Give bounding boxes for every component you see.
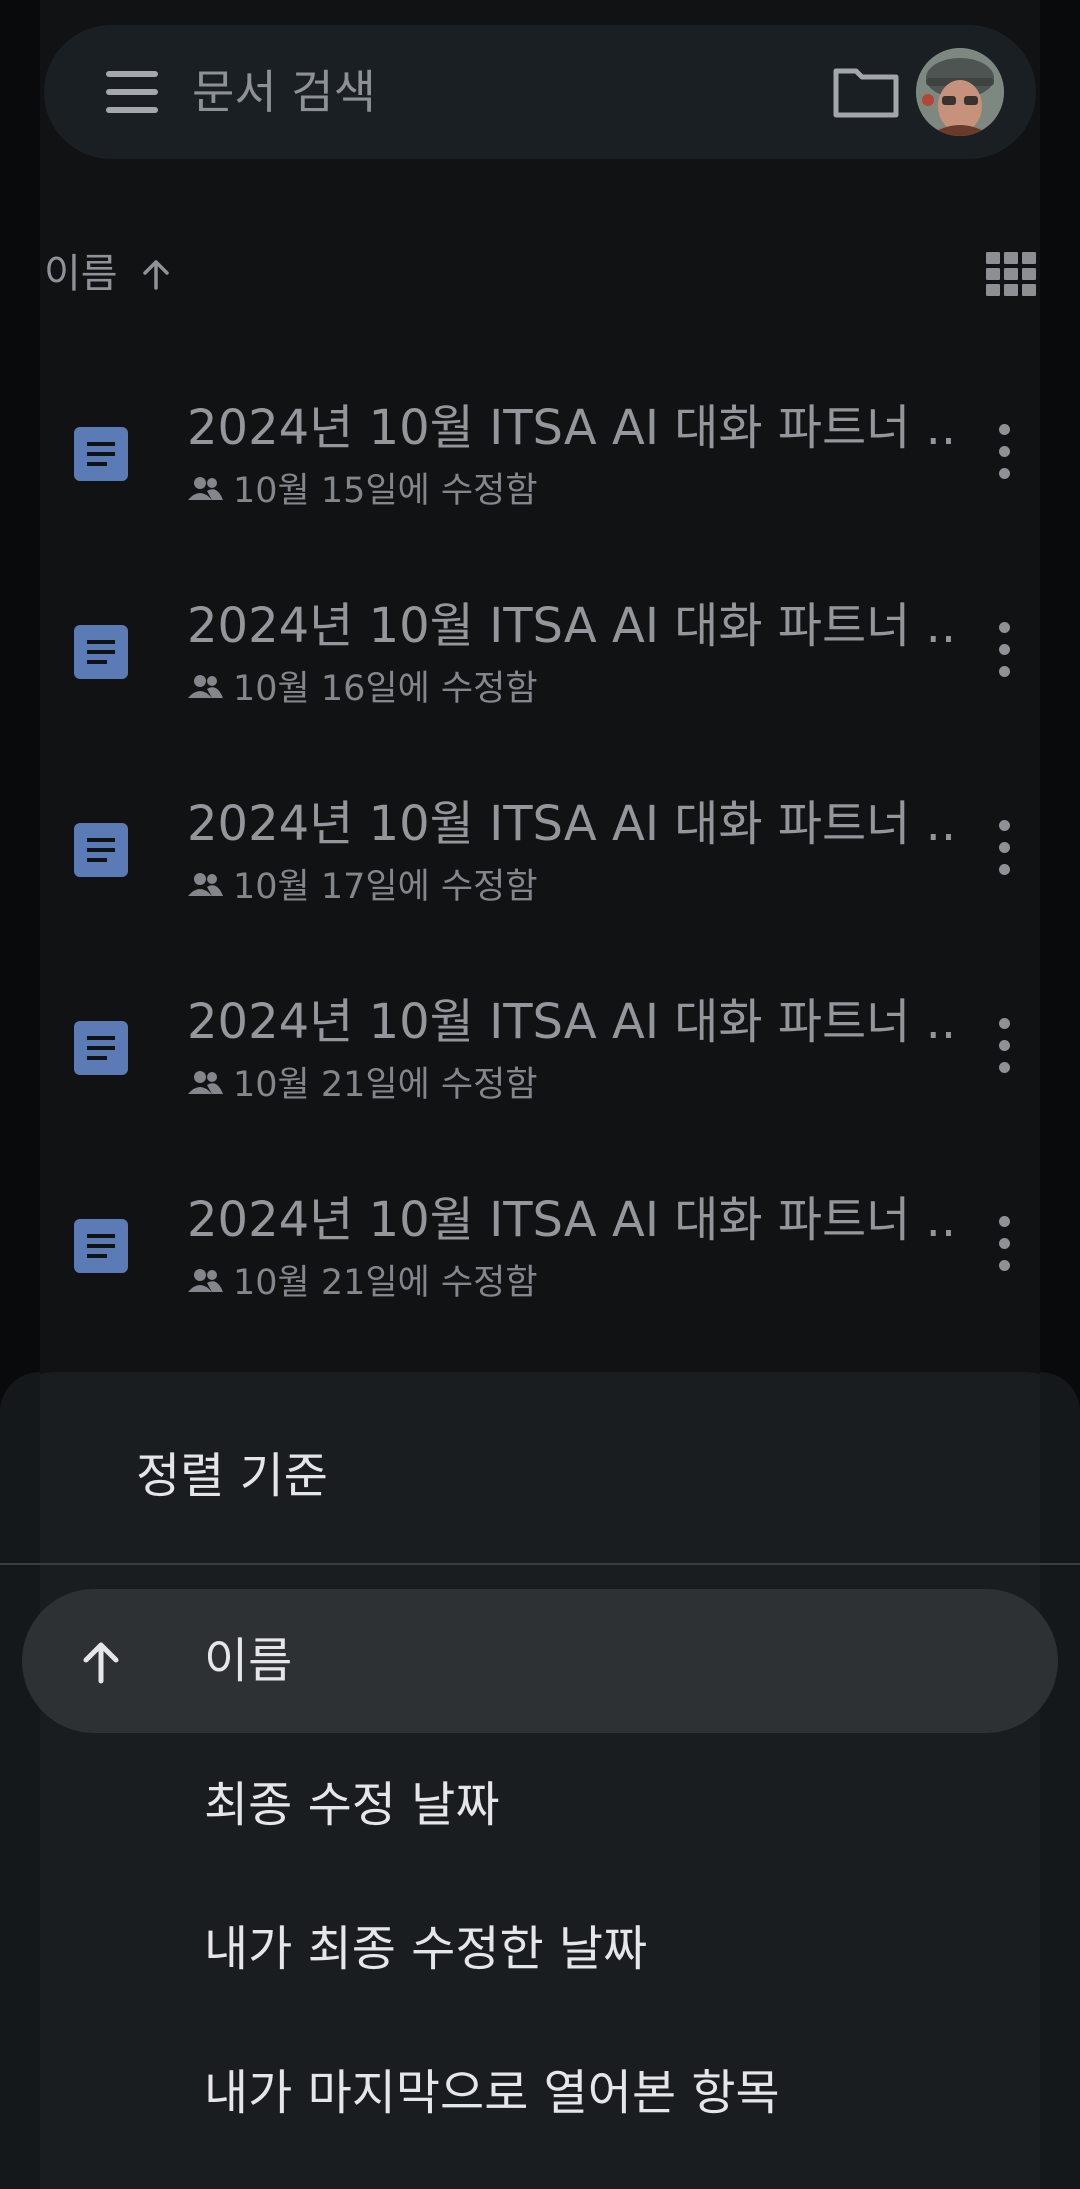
more-vertical-icon[interactable]	[990, 620, 1018, 680]
shared-people-icon	[188, 477, 223, 500]
list-item[interactable]: 2024년 10월 ITSA AI 대화 파트너 ... 10월 21일에 수정…	[40, 1167, 1040, 1347]
modified-label: 10월 21일에 수정함	[233, 1263, 538, 1303]
more-vertical-icon[interactable]	[990, 1016, 1018, 1076]
file-modified: 10월 16일에 수정함	[187, 663, 538, 713]
sort-option-last-modified[interactable]: 최종 수정 날짜	[22, 1733, 1058, 1877]
more-vertical-icon[interactable]	[990, 422, 1018, 482]
sort-option-last-opened-by-me[interactable]: 내가 마지막으로 열어본 항목	[22, 2021, 1058, 2165]
shared-people-icon	[188, 873, 223, 896]
more-vertical-icon[interactable]	[990, 1214, 1018, 1274]
list-item[interactable]: 2024년 10월 ITSA AI 대화 파트너 ... 10월 15일에 수정…	[40, 375, 1040, 555]
file-modified: 10월 21일에 수정함	[187, 1059, 538, 1109]
file-title: 2024년 10월 ITSA AI 대화 파트너 ...	[187, 994, 957, 1050]
more-vertical-icon[interactable]	[990, 818, 1018, 878]
arrow-up-icon	[143, 260, 169, 290]
sort-option-label: 내가 최종 수정한 날짜	[204, 1921, 648, 1977]
document-icon	[74, 427, 128, 481]
shared-people-icon	[188, 675, 223, 698]
sort-option-label: 최종 수정 날짜	[204, 1777, 500, 1833]
document-icon	[74, 1021, 128, 1075]
file-modified: 10월 17일에 수정함	[187, 861, 538, 911]
modified-label: 10월 21일에 수정함	[233, 1065, 538, 1105]
grid-view-icon[interactable]	[984, 250, 1040, 298]
sort-bottom-sheet: 정렬 기준 이름 최종 수정 날짜 내가 최종 수정한 날짜 내가 마지막으로 …	[0, 1372, 1080, 2189]
folder-icon[interactable]	[830, 61, 902, 121]
list-item[interactable]: 2024년 10월 ITSA AI 대화 파트너 ... 10월 17일에 수정…	[40, 771, 1040, 951]
file-modified: 10월 15일에 수정함	[187, 465, 538, 515]
document-icon	[74, 625, 128, 679]
file-title: 2024년 10월 ITSA AI 대화 파트너 ...	[187, 400, 957, 456]
document-icon	[74, 823, 128, 877]
search-input[interactable]: 문서 검색	[192, 63, 376, 121]
search-bar[interactable]: 문서 검색	[44, 25, 1036, 159]
list-item[interactable]: 2024년 10월 ITSA AI 대화 파트너 ... 10월 16일에 수정…	[40, 573, 1040, 753]
modified-label: 10월 16일에 수정함	[233, 669, 538, 709]
modified-label: 10월 15일에 수정함	[233, 471, 538, 511]
sort-option-last-modified-by-me[interactable]: 내가 최종 수정한 날짜	[22, 1877, 1058, 2021]
file-title: 2024년 10월 ITSA AI 대화 파트너 ...	[187, 1192, 957, 1248]
sort-option-label: 이름	[204, 1633, 293, 1689]
arrow-up-icon	[83, 1642, 119, 1684]
sheet-title: 정렬 기준	[136, 1448, 328, 1504]
shared-people-icon	[188, 1071, 223, 1094]
document-icon	[74, 1219, 128, 1273]
list-item[interactable]: 2024년 10월 ITSA AI 대화 파트너 ... 10월 21일에 수정…	[40, 969, 1040, 1149]
screen: 문서 검색 이름 2024년 10월 ITSA AI 대화 파트너 ... 10…	[0, 0, 1080, 2189]
sort-option-name[interactable]: 이름	[22, 1589, 1058, 1733]
divider	[0, 1563, 1080, 1565]
avatar[interactable]	[916, 48, 1004, 136]
modified-label: 10월 17일에 수정함	[233, 867, 538, 907]
sort-option-label: 내가 마지막으로 열어본 항목	[204, 2065, 780, 2121]
shared-people-icon	[188, 1269, 223, 1292]
menu-icon[interactable]	[96, 63, 166, 121]
file-title: 2024년 10월 ITSA AI 대화 파트너 ...	[187, 598, 957, 654]
file-modified: 10월 21일에 수정함	[187, 1257, 538, 1307]
sort-label: 이름	[44, 251, 118, 297]
file-title: 2024년 10월 ITSA AI 대화 파트너 ...	[187, 796, 957, 852]
